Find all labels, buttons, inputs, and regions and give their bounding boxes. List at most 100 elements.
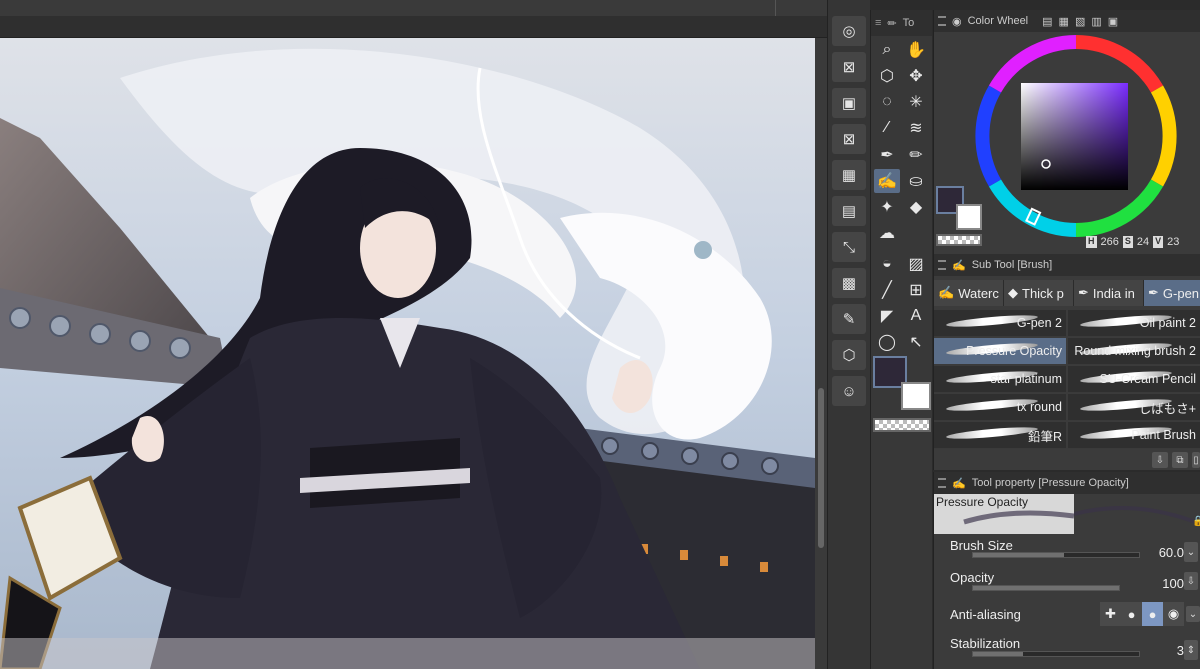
hue-ring[interactable] bbox=[974, 34, 1178, 238]
crop-icon[interactable]: ▣ bbox=[832, 88, 866, 118]
zoom-icon[interactable]: ⌕ bbox=[874, 38, 900, 62]
tab-g-pen[interactable]: ✒ G-pen bbox=[1144, 280, 1200, 306]
drawing-canvas[interactable] bbox=[0, 38, 815, 669]
aa-weak-icon[interactable]: ● bbox=[1121, 602, 1142, 626]
tab-india-ink[interactable]: ✒ India in bbox=[1074, 280, 1144, 306]
fill-icon[interactable]: ▦ bbox=[832, 160, 866, 190]
artwork-illustration bbox=[0, 38, 815, 669]
text-icon[interactable]: A bbox=[903, 304, 929, 328]
brush-size-slider[interactable] bbox=[972, 552, 1140, 558]
sub-tool-title[interactable]: Sub Tool [Brush] bbox=[972, 259, 1053, 271]
india-ink-icon: ✒ bbox=[1078, 285, 1089, 300]
eraser-icon[interactable]: ◆ bbox=[903, 195, 929, 219]
chevron-down-icon[interactable]: ⌄ bbox=[1186, 606, 1200, 622]
3d-object-icon[interactable]: ⬡ bbox=[832, 340, 866, 370]
list-item[interactable]: Paint Brush bbox=[1068, 422, 1200, 449]
list-item[interactable]: SU-Cream Pencil bbox=[1068, 366, 1200, 393]
list-item[interactable]: Round mixing brush 2 bbox=[1068, 338, 1200, 365]
wrench-icon[interactable]: ✍ bbox=[952, 477, 966, 490]
list-item[interactable]: Pressure Opacity bbox=[934, 338, 1066, 365]
accessibility-icon[interactable]: ☺ bbox=[832, 376, 866, 406]
brush-label: しばもさ+ bbox=[1138, 401, 1196, 416]
move-icon[interactable]: ✥ bbox=[903, 64, 929, 88]
brush-label: G-pen 2 bbox=[1016, 316, 1062, 330]
aa-medium-icon[interactable]: ● bbox=[1142, 602, 1163, 626]
canvas-vertical-scrollbar[interactable] bbox=[815, 38, 827, 669]
transform-icon[interactable]: ▤ bbox=[832, 196, 866, 226]
tab-label: G-pen bbox=[1162, 285, 1200, 301]
transparent-color-swatch[interactable] bbox=[873, 418, 931, 432]
color-history-tab-icon[interactable]: ▣ bbox=[1108, 15, 1118, 28]
object-icon[interactable]: ⬡ bbox=[874, 64, 900, 88]
color-slider-tab-icon[interactable]: ▤ bbox=[1042, 15, 1052, 28]
brush-label: Paint Brush bbox=[1131, 428, 1196, 442]
frame-border-icon[interactable]: ⊞ bbox=[903, 278, 929, 302]
brush-size-fill bbox=[973, 553, 1065, 557]
list-item[interactable]: star platinum bbox=[934, 366, 1066, 393]
pressure-settings-icon[interactable]: ⌄ bbox=[1184, 542, 1198, 562]
wheel-sub-color[interactable] bbox=[956, 204, 982, 230]
opacity-slider[interactable] bbox=[972, 585, 1120, 591]
download-icon[interactable]: ⇩ bbox=[1152, 452, 1168, 468]
g-pen-icon: ✒ bbox=[1148, 285, 1159, 300]
convert-layer-icon[interactable]: ▩ bbox=[832, 268, 866, 298]
lasso-icon[interactable]: ◌ bbox=[874, 90, 900, 114]
magic-wand-icon[interactable]: ✳ bbox=[903, 90, 929, 114]
brush-tab-icon[interactable]: ✍ bbox=[952, 259, 966, 272]
brush-icon[interactable]: ✍ bbox=[874, 169, 900, 193]
pen-icon[interactable]: ✒ bbox=[874, 143, 900, 167]
delete-icon[interactable]: ▯ bbox=[1192, 452, 1200, 468]
figure-icon[interactable]: ╱ bbox=[874, 278, 900, 302]
stabilization-slider[interactable] bbox=[972, 651, 1140, 657]
command-bar: ◎ ⊠ ▣ ⊠ ▦ ▤ ⤡ ▩ ✎ ⬡ ☺ bbox=[827, 0, 870, 669]
gradient-icon[interactable]: ▨ bbox=[903, 252, 929, 276]
tool-palette-tab-label[interactable]: To bbox=[903, 17, 915, 29]
navigator-icon[interactable]: ◎ bbox=[832, 16, 866, 46]
list-item[interactable]: 鉛筆R bbox=[934, 422, 1066, 449]
brush-label: SU-Cream Pencil bbox=[1099, 372, 1196, 386]
clear-selection-icon[interactable]: ⊠ bbox=[832, 52, 866, 82]
approximate-color-tab-icon[interactable]: ▥ bbox=[1091, 15, 1101, 28]
color-wheel-tab-icon[interactable]: ◉ bbox=[952, 15, 962, 28]
color-set-tab-icon[interactable]: ▦ bbox=[1059, 15, 1069, 28]
stepper-icon[interactable]: ⇕ bbox=[1184, 640, 1198, 660]
eyedropper-icon[interactable]: ⁄ bbox=[874, 116, 900, 140]
balloon-icon[interactable]: ◯ bbox=[874, 330, 900, 354]
fill-tool-icon[interactable]: ◒ bbox=[874, 252, 900, 276]
tab-thick-paint[interactable]: ◆ Thick p bbox=[1004, 280, 1074, 306]
pencil-icon[interactable]: ✏ bbox=[903, 143, 929, 167]
duplicate-icon[interactable]: ⧉ bbox=[1172, 452, 1188, 468]
correct-line-icon[interactable]: ↖ bbox=[903, 330, 929, 354]
opacity-value[interactable]: 100 bbox=[1144, 576, 1184, 591]
scale-icon[interactable]: ⤡ bbox=[832, 232, 866, 262]
color-wheel-title[interactable]: Color Wheel bbox=[968, 15, 1029, 27]
edit-layer-icon[interactable]: ✎ bbox=[832, 304, 866, 334]
airbrush-icon[interactable]: ⛀ bbox=[903, 169, 929, 193]
sub-tool-group-tabs: ✍ Waterc ◆ Thick p ✒ India in ✒ G-pen bbox=[934, 280, 1200, 306]
tool-property-title[interactable]: Tool property [Pressure Opacity] bbox=[972, 477, 1129, 489]
aa-none-icon[interactable]: ✚ bbox=[1100, 602, 1121, 626]
color-wheel-header: ◉ Color Wheel ▤ ▦ ▧ ▥ ▣ bbox=[934, 10, 1200, 32]
list-item[interactable]: G-pen 2 bbox=[934, 310, 1066, 337]
intermediate-color-tab-icon[interactable]: ▧ bbox=[1075, 15, 1085, 28]
tab-watercolor[interactable]: ✍ Waterc bbox=[934, 280, 1004, 306]
list-item[interactable]: tx round bbox=[934, 394, 1066, 421]
brush-size-value[interactable]: 60.0 bbox=[1144, 545, 1184, 560]
stabilization-value[interactable]: 3 bbox=[1144, 643, 1184, 658]
hand-icon[interactable]: ✋ bbox=[903, 38, 929, 62]
wheel-transparent-color[interactable] bbox=[936, 234, 982, 246]
blend-icon[interactable]: ☁ bbox=[874, 221, 900, 245]
fill-bucket-icon[interactable]: ≋ bbox=[903, 116, 929, 140]
decoration-icon[interactable]: ✦ bbox=[874, 195, 900, 219]
opacity-dynamics-icon[interactable]: ⇩ bbox=[1184, 572, 1198, 590]
sub-color-swatch[interactable] bbox=[901, 382, 931, 410]
list-item[interactable]: Oil paint 2 bbox=[1068, 310, 1200, 337]
lock-icon[interactable]: 🔒 bbox=[1192, 516, 1200, 527]
anti-aliasing-selector[interactable]: ✚ ● ● ◉ bbox=[1100, 602, 1184, 626]
scrollbar-thumb[interactable] bbox=[818, 388, 824, 548]
list-item[interactable]: しばもさ+ bbox=[1068, 394, 1200, 421]
pen-tab-icon[interactable]: ✏ bbox=[887, 17, 896, 30]
ruler-icon[interactable]: ◤ bbox=[874, 304, 900, 328]
aa-strong-icon[interactable]: ◉ bbox=[1163, 602, 1184, 626]
clear-layer-icon[interactable]: ⊠ bbox=[832, 124, 866, 154]
